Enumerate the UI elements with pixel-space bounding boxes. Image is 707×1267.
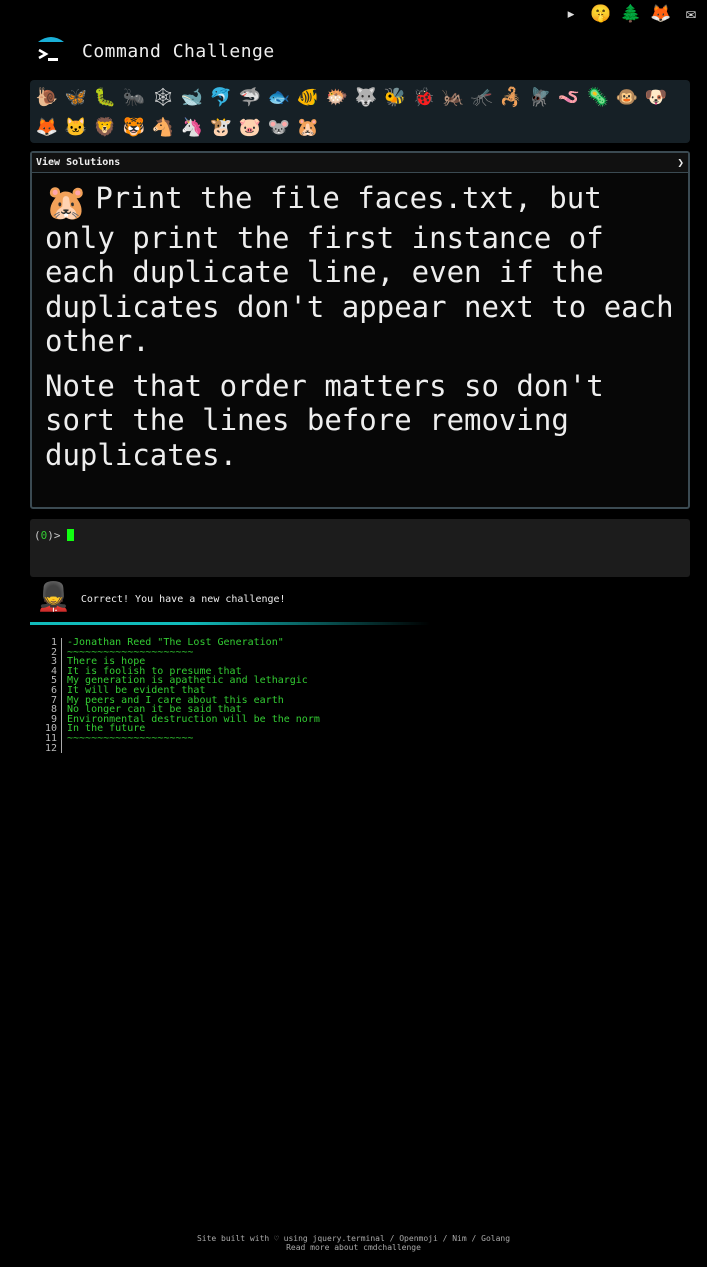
dog-badge[interactable]: 🐶 [643, 82, 669, 112]
chevron-right-icon: ❯ [677, 156, 684, 169]
snail-badge[interactable]: 🐌 [34, 82, 60, 112]
feedback-message: 💂 Correct! You have a new challenge! [36, 580, 286, 613]
hamster-icon: 🐹 [45, 183, 88, 223]
mosquito-badge[interactable]: 🦟 [469, 82, 495, 112]
fish-badge[interactable]: 🐟 [266, 82, 292, 112]
challenge-panel: View Solutions ❯ 🐹 Print the file faces.t… [30, 151, 690, 509]
fox-badge[interactable]: 🦊 [34, 112, 60, 142]
tropical-fish-badge[interactable]: 🐠 [295, 82, 321, 112]
output-line: 11 ~~~~~~~~~~~~~~~~~~~~~ [40, 734, 320, 744]
whale-badge[interactable]: 🐋 [179, 82, 205, 112]
command-output: 1 -Jonathan Reed "The Lost Generation" 2 ~~… [40, 638, 320, 754]
view-solutions-label: View Solutions [36, 157, 121, 168]
monkey-badge[interactable]: 🐵 [614, 82, 640, 112]
line-text: ~~~~~~~~~~~~~~~~~~~~~ [67, 732, 194, 744]
line-number: 12 [40, 743, 62, 754]
output-line: 12 [40, 743, 320, 754]
site-header: Command Challenge [34, 34, 275, 68]
challenge-badges: 🐌 🦋 🐛 🐜 🕸 🐋 🐬 🦈 🐟 🐠 🐡 🐺 🐝 🐞 🦗 🦟 🦂 🪰 🪱 🦠 🐵 🐶 🦊 🐱 🦁 🐯 🐴 🦄 🐮 🐷 🐭 🐹 [30, 80, 690, 143]
view-solutions-toggle[interactable]: View Solutions ❯ [32, 153, 688, 173]
scorpion-badge[interactable]: 🦂 [498, 82, 524, 112]
guard-icon: 💂 [36, 580, 71, 613]
tree-icon[interactable]: 🌲 [619, 2, 643, 26]
shark-badge[interactable]: 🦈 [237, 82, 263, 112]
microbe-badge[interactable]: 🦠 [585, 82, 611, 112]
terminal-prompt: (0)> [34, 529, 61, 542]
dolphin-badge[interactable]: 🐬 [208, 82, 234, 112]
footer: Site built with ♡ using jquery.terminal … [0, 1234, 707, 1252]
fly-badge[interactable]: 🪰 [527, 82, 553, 112]
shush-face-icon[interactable]: 🤫 [589, 2, 613, 26]
hamster-badge[interactable]: 🐹 [295, 112, 321, 142]
cricket-badge[interactable]: 🦗 [440, 82, 466, 112]
line-text [62, 744, 67, 754]
top-icon-bar: ▸ 🤫 🌲 🦊 ✉ [555, 0, 707, 28]
wolf-badge[interactable]: 🐺 [353, 82, 379, 112]
ant-badge[interactable]: 🐜 [121, 82, 147, 112]
footer-read-more-link[interactable]: Read more about cmdchallenge [0, 1243, 707, 1252]
butterfly-badge[interactable]: 🦋 [63, 82, 89, 112]
divider [30, 622, 430, 625]
challenge-paragraph-2: Note that order matters so don't sort th… [45, 368, 604, 472]
blowfish-badge[interactable]: 🐡 [324, 82, 350, 112]
cow-badge[interactable]: 🐮 [208, 112, 234, 142]
bee-badge[interactable]: 🐝 [382, 82, 408, 112]
feedback-text: Correct! You have a new challenge! [80, 594, 286, 605]
cat-badge[interactable]: 🐱 [63, 112, 89, 142]
caterpillar-badge[interactable]: 🐛 [92, 82, 118, 112]
horse-badge[interactable]: 🐴 [150, 112, 176, 142]
page-title: Command Challenge [82, 40, 275, 62]
challenge-paragraph-1: 🐹 Print the file faces.txt, but only prin… [45, 181, 675, 359]
terminal-logo-icon[interactable]: ▸ [559, 2, 583, 26]
challenge-description: 🐹 Print the file faces.txt, but only prin… [32, 173, 688, 472]
gitlab-icon[interactable]: 🦊 [649, 2, 673, 26]
terminal-logo-icon[interactable] [34, 34, 68, 68]
ladybug-badge[interactable]: 🐞 [411, 82, 437, 112]
terminal-cursor [66, 529, 74, 541]
lion-badge[interactable]: 🦁 [92, 112, 118, 142]
spider-web-badge[interactable]: 🕸 [150, 82, 176, 112]
footer-credits: Site built with ♡ using jquery.terminal … [196, 1234, 511, 1243]
unicorn-badge[interactable]: 🦄 [179, 112, 205, 142]
mouse-badge[interactable]: 🐭 [266, 112, 292, 142]
tiger-badge[interactable]: 🐯 [121, 112, 147, 142]
terminal-input[interactable]: (0)> [30, 519, 690, 577]
mail-icon[interactable]: ✉ [679, 2, 703, 26]
challenge-text-1: Print the file faces.txt, but only print… [45, 181, 674, 358]
worm-badge[interactable]: 🪱 [556, 82, 582, 112]
pig-badge[interactable]: 🐷 [237, 112, 263, 142]
